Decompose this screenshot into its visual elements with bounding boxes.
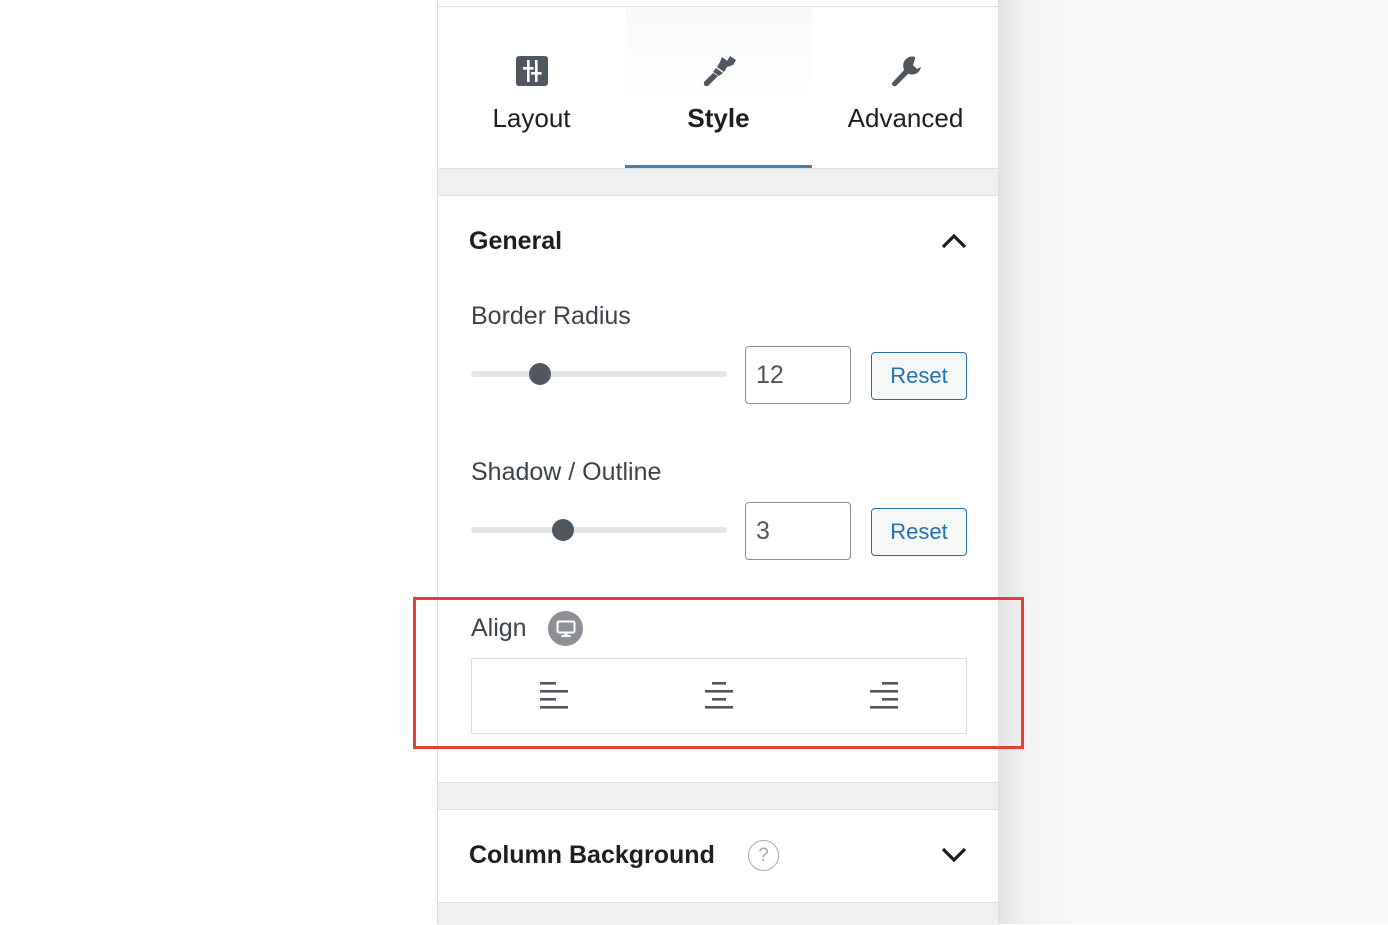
canvas-shade <box>998 0 1388 924</box>
shadow-outline-reset-button[interactable]: Reset <box>871 508 967 556</box>
sliders-icon <box>438 54 625 88</box>
border-radius-input[interactable] <box>745 346 851 404</box>
settings-panel: Layout Style Advanced General Border Rad… <box>437 0 999 925</box>
chevron-up-icon[interactable] <box>941 232 967 250</box>
tab-style-label: Style <box>687 103 750 133</box>
align-right-button[interactable] <box>801 659 966 733</box>
paintbrush-icon <box>625 54 812 88</box>
slider-thumb[interactable] <box>552 519 575 541</box>
section-gap <box>438 782 998 810</box>
slider-thumb[interactable] <box>529 363 552 385</box>
tab-layout-label: Layout <box>492 103 571 133</box>
align-left-button[interactable] <box>472 659 637 733</box>
tab-bar: Layout Style Advanced <box>438 7 998 169</box>
general-section-title: General <box>469 227 563 255</box>
shadow-outline-slider[interactable] <box>471 519 727 541</box>
align-center-icon <box>705 682 733 709</box>
align-button-group <box>471 658 967 734</box>
border-radius-slider[interactable] <box>471 363 727 385</box>
align-left-icon <box>540 682 569 709</box>
shadow-outline-input[interactable] <box>745 502 851 560</box>
section-gap <box>438 168 998 196</box>
wrench-icon <box>812 54 999 88</box>
border-radius-reset-button[interactable]: Reset <box>871 352 967 400</box>
tab-layout[interactable]: Layout <box>438 7 625 168</box>
tab-advanced[interactable]: Advanced <box>812 7 999 168</box>
tab-style[interactable]: Style <box>625 7 812 169</box>
tab-advanced-label: Advanced <box>847 103 964 133</box>
chevron-down-icon[interactable] <box>941 846 967 864</box>
align-label: Align <box>471 614 527 642</box>
help-icon[interactable]: ? <box>748 840 779 871</box>
border-radius-label: Border Radius <box>471 302 631 330</box>
section-gap <box>438 902 998 925</box>
desktop-icon[interactable] <box>548 611 583 646</box>
align-center-button[interactable] <box>637 659 802 733</box>
column-background-title: Column Background <box>469 841 715 869</box>
align-right-icon <box>869 682 898 709</box>
shadow-outline-label: Shadow / Outline <box>471 458 662 486</box>
